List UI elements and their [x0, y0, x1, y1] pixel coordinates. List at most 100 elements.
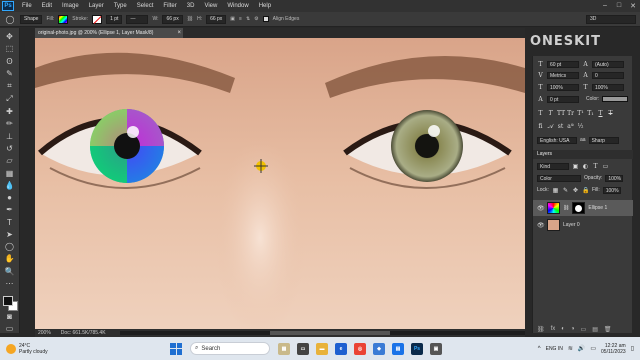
- subscript-button[interactable]: T₁: [587, 110, 594, 117]
- lock-brush-icon[interactable]: ✎: [562, 187, 569, 194]
- quick-mask-icon[interactable]: ◙: [4, 312, 16, 321]
- opacity-field[interactable]: 100%: [605, 174, 624, 182]
- move-tool-icon[interactable]: ✥: [4, 32, 16, 41]
- menu-image[interactable]: Image: [57, 0, 84, 12]
- photoshop-taskbar-icon[interactable]: Ps: [411, 342, 423, 355]
- vertical-scale-field[interactable]: 100%: [547, 83, 579, 91]
- small-caps-button[interactable]: Tr: [567, 110, 574, 117]
- ordinal-icon[interactable]: aª: [567, 123, 574, 130]
- stroke-swatch[interactable]: [92, 14, 103, 24]
- horizontal-scrollbar[interactable]: [120, 331, 525, 335]
- tracking-field[interactable]: 0: [592, 71, 624, 79]
- layer-mask-thumbnail[interactable]: [572, 202, 586, 214]
- delete-layer-icon[interactable]: 🗑: [604, 326, 612, 333]
- blend-mode-select[interactable]: Color: [537, 174, 581, 182]
- document-canvas[interactable]: [35, 38, 525, 329]
- healing-tool-icon[interactable]: ✚: [4, 107, 16, 116]
- chevron-up-icon[interactable]: ^: [538, 346, 541, 352]
- security-icon[interactable]: ◆: [373, 342, 385, 355]
- lock-pixels-icon[interactable]: ▦: [552, 187, 559, 194]
- menu-layer[interactable]: Layer: [84, 0, 109, 12]
- fill-field[interactable]: 100%: [602, 186, 621, 194]
- hand-tool-icon[interactable]: ✋: [4, 254, 16, 263]
- tab-close-icon[interactable]: ×: [177, 28, 181, 38]
- superscript-button[interactable]: T¹: [577, 110, 584, 117]
- close-button[interactable]: ✕: [626, 2, 640, 10]
- language-select[interactable]: English: USA: [537, 136, 577, 144]
- faux-bold-button[interactable]: T: [537, 110, 544, 117]
- kerning-field[interactable]: Metrics: [547, 71, 579, 79]
- marquee-tool-icon[interactable]: ⬚: [4, 44, 16, 53]
- align-edges-checkbox[interactable]: [262, 16, 269, 22]
- strikethrough-button[interactable]: T: [607, 110, 614, 117]
- menu-select[interactable]: Select: [132, 0, 159, 12]
- font-size-field[interactable]: 60 pt: [547, 60, 579, 68]
- filter-adjust-icon[interactable]: ◐: [582, 163, 589, 170]
- battery-icon[interactable]: ▭: [590, 345, 596, 352]
- notification-icon[interactable]: ▯: [631, 345, 634, 352]
- lasso-tool-icon[interactable]: ʘ: [4, 57, 16, 66]
- text-color-swatch[interactable]: [602, 96, 629, 102]
- volume-icon[interactable]: 🔊: [578, 345, 585, 352]
- minimize-button[interactable]: –: [598, 2, 612, 10]
- eyedropper-tool-icon[interactable]: ⤢: [4, 94, 16, 104]
- add-mask-icon[interactable]: ◐: [561, 326, 565, 333]
- clock[interactable]: 12:22 am 05/11/2023: [601, 343, 626, 355]
- layer-style-icon[interactable]: fx: [551, 326, 556, 333]
- link-icon[interactable]: ⛓: [187, 16, 193, 22]
- crop-tool-icon[interactable]: ⌗: [4, 81, 16, 91]
- antialias-select[interactable]: Sharp: [588, 136, 619, 144]
- all-caps-button[interactable]: TT: [557, 110, 565, 117]
- layer-layer-0[interactable]: 👁 Layer 0: [533, 217, 633, 233]
- path-arrange-icon[interactable]: ⇅: [246, 16, 250, 22]
- adjustment-layer-icon[interactable]: ◑: [571, 326, 575, 333]
- document-tab[interactable]: original-photo.jpg @ 200% (Ellipse 1, La…: [35, 28, 183, 38]
- quick-select-tool-icon[interactable]: ✎: [4, 69, 16, 78]
- screen-mode-icon[interactable]: ▭: [4, 324, 16, 333]
- color-swatches[interactable]: [2, 295, 18, 312]
- new-group-icon[interactable]: ▭: [581, 326, 587, 333]
- filter-shape-icon[interactable]: ▭: [602, 163, 609, 170]
- filter-pixel-icon[interactable]: ▣: [572, 163, 579, 170]
- gear-icon[interactable]: ⚙: [254, 16, 258, 22]
- ligature-icon[interactable]: fi: [537, 123, 544, 130]
- wifi-icon[interactable]: ≋: [568, 345, 573, 352]
- menu-file[interactable]: File: [17, 0, 37, 12]
- path-select-tool-icon[interactable]: ➤: [4, 230, 16, 239]
- history-brush-icon[interactable]: ↺: [4, 144, 16, 153]
- eye-icon[interactable]: 👁: [537, 222, 545, 229]
- path-ops-icon[interactable]: ▣: [230, 16, 235, 22]
- menu-view[interactable]: View: [199, 0, 222, 12]
- windows-start-icon[interactable]: [170, 342, 182, 355]
- brush-tool-icon[interactable]: ✏: [4, 119, 16, 128]
- dodge-tool-icon[interactable]: ●: [4, 193, 16, 202]
- scrollbar-thumb[interactable]: [270, 331, 390, 335]
- workspace-select[interactable]: 3D: [586, 14, 636, 24]
- height-field[interactable]: 66 px: [206, 14, 227, 24]
- app-icon[interactable]: ▣: [430, 342, 442, 355]
- eye-icon[interactable]: 👁: [537, 205, 545, 212]
- layer-kind-select[interactable]: Kind: [537, 162, 569, 170]
- faux-italic-button[interactable]: T: [547, 110, 554, 117]
- filter-type-icon[interactable]: T: [592, 163, 599, 170]
- foreground-color[interactable]: [2, 296, 13, 307]
- task-view-icon[interactable]: ▭: [297, 342, 309, 355]
- ellipse-tool-preset-icon[interactable]: ◯: [4, 14, 16, 25]
- blur-tool-icon[interactable]: 💧: [4, 181, 16, 190]
- pen-tool-icon[interactable]: ✒: [4, 205, 16, 214]
- menu-type[interactable]: Type: [109, 0, 132, 12]
- more-tools-icon[interactable]: ⋯: [4, 279, 16, 288]
- gradient-tool-icon[interactable]: ▦: [4, 168, 16, 178]
- width-field[interactable]: 66 px: [162, 14, 183, 24]
- menu-3d[interactable]: 3D: [182, 0, 200, 12]
- file-explorer-icon[interactable]: ▬: [316, 342, 328, 355]
- taskbar-search[interactable]: ⌕ Search: [190, 342, 270, 355]
- stamp-tool-icon[interactable]: ⊥: [4, 132, 16, 141]
- underline-button[interactable]: T: [597, 110, 604, 117]
- edge-icon[interactable]: e: [335, 342, 347, 355]
- shape-mode-select[interactable]: Shape: [20, 14, 43, 24]
- type-tool-icon[interactable]: T: [4, 217, 16, 227]
- horizontal-scale-field[interactable]: 100%: [592, 83, 624, 91]
- link-layers-icon[interactable]: ⛓: [537, 326, 545, 333]
- layer-ellipse-1[interactable]: 👁 ⛓ Ellipse 1: [533, 200, 633, 216]
